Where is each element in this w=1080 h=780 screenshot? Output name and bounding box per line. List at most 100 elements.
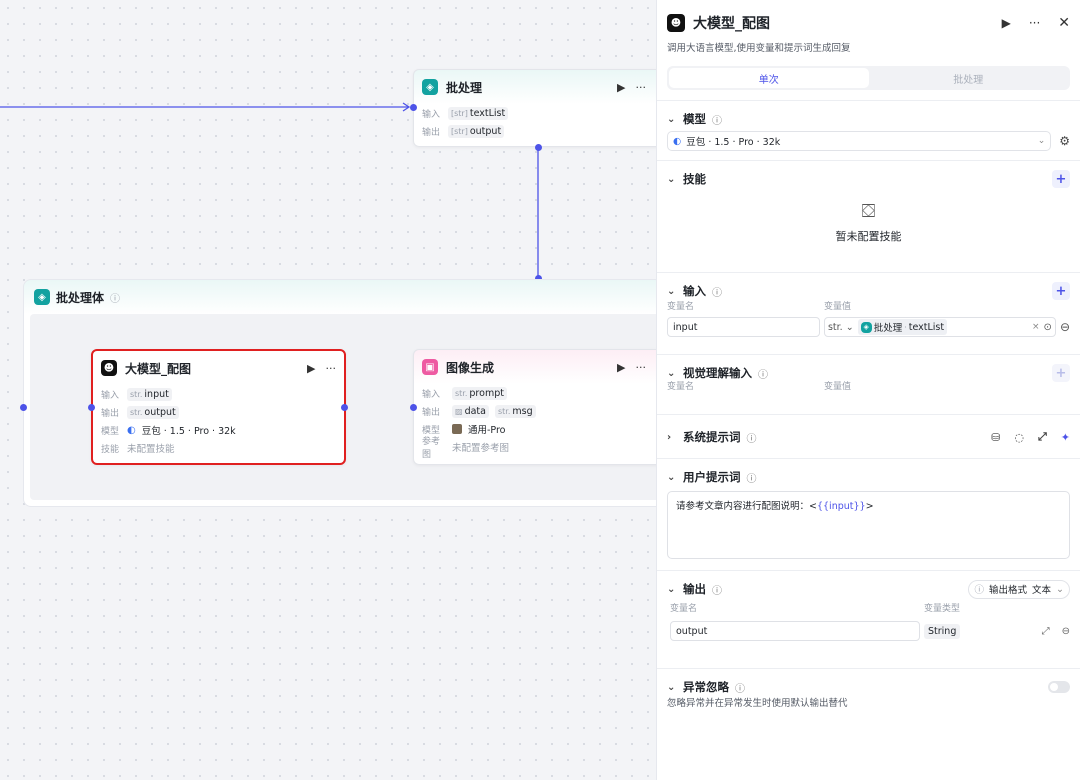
- info-icon[interactable]: ⓘ: [712, 284, 722, 299]
- model-value: 通用-Pro: [468, 425, 506, 436]
- image-gen-node[interactable]: ▣ 图像生成 ▶ ··· 输入 str. prompt 输出 ▨ data str.…: [413, 349, 656, 465]
- input-heading: 输入: [683, 284, 706, 298]
- image-node-title: 图像生成: [446, 360, 495, 375]
- tab-batch[interactable]: 批处理: [869, 68, 1069, 88]
- input-var-value-field[interactable]: str. ⌄ ◈ 批处理 · textList × ⊙: [823, 317, 1056, 337]
- settings-icon[interactable]: ⚙: [1059, 134, 1070, 148]
- batch-out-port[interactable]: [535, 144, 542, 151]
- more-icon[interactable]: ···: [326, 362, 337, 375]
- input-var-name-field[interactable]: input: [667, 317, 820, 337]
- output-chip-msg: str. msg: [494, 404, 536, 418]
- ref-chip: ◈ 批处理 · textList: [857, 319, 948, 335]
- info-icon[interactable]: ⓘ: [712, 582, 722, 597]
- user-prompt-heading: 用户提示词: [683, 470, 741, 484]
- chevron-right-icon[interactable]: ›: [667, 432, 677, 443]
- image-icon: ▣: [422, 359, 438, 375]
- batch-node[interactable]: ◈ 批处理 ▶ ··· 输入 [str] textList 输出 [str] out…: [413, 69, 656, 147]
- panel-description: 调用大语言模型,使用变量和提示词生成回复: [667, 43, 851, 54]
- chevron-down-icon[interactable]: ⌄: [667, 368, 677, 379]
- llm-node[interactable]: ☻ 大模型_配图 ▶ ··· 输入 str. input 输出 str. outpu…: [91, 349, 346, 465]
- chevron-down-icon: ⌄: [1056, 583, 1064, 595]
- empty-box-icon: ⛋: [861, 201, 876, 222]
- error-section: ⌄ 异常忽略 ⓘ 忽略异常并在异常发生时使用默认输出替代: [657, 668, 1080, 748]
- llm-in-port[interactable]: [88, 404, 95, 411]
- input-label: 输入: [101, 390, 120, 401]
- remove-icon[interactable]: ⊖: [1060, 320, 1070, 334]
- user-prompt-editor[interactable]: 请参考文章内容进行配图说明：<{{input}}>: [667, 491, 1070, 559]
- image-type-icon: ▨: [455, 406, 463, 416]
- group-in-port[interactable]: [20, 404, 27, 411]
- add-skill-button[interactable]: +: [1052, 170, 1070, 188]
- skills-section: ⌄ 技能 + ⛋ 暂未配置技能: [657, 160, 1080, 272]
- error-heading: 异常忽略: [683, 680, 729, 694]
- close-icon[interactable]: ✕: [1058, 15, 1070, 31]
- model-select-value: 豆包 · 1.5 · Pro · 32k: [686, 137, 781, 148]
- variable-ref-icon[interactable]: ⊙: [1044, 322, 1052, 333]
- chevron-down-icon[interactable]: ⌄: [667, 286, 677, 297]
- tab-single[interactable]: 单次: [669, 68, 869, 88]
- workflow-canvas[interactable]: ◈ 批处理 ▶ ··· 输入 [str] textList 输出 [str] out…: [0, 0, 656, 780]
- ref-label: 参考图: [422, 437, 441, 460]
- sparkle-icon[interactable]: ✦: [1061, 431, 1070, 444]
- chevron-down-icon[interactable]: ⌄: [667, 472, 677, 483]
- image-in-port[interactable]: [410, 404, 417, 411]
- error-ignore-toggle[interactable]: [1048, 681, 1070, 693]
- skills-heading: 技能: [683, 172, 706, 186]
- info-icon[interactable]: ⓘ: [712, 112, 722, 127]
- chevron-down-icon[interactable]: ⌄: [667, 174, 677, 185]
- output-chip: str. output: [127, 405, 179, 419]
- output-chip-data: ▨ data: [452, 404, 489, 418]
- input-chip: str. prompt: [452, 386, 507, 400]
- lightbulb-icon[interactable]: ◌: [1014, 431, 1024, 444]
- run-icon[interactable]: ▶: [617, 361, 625, 374]
- more-icon[interactable]: ···: [1029, 16, 1040, 30]
- col-var-value: 变量值: [824, 382, 852, 392]
- info-icon[interactable]: ⓘ: [110, 290, 120, 305]
- model-label: 模型: [101, 426, 120, 437]
- chevron-down-icon[interactable]: ⌄: [667, 114, 677, 125]
- llm-icon: ☻: [667, 14, 685, 32]
- chevron-down-icon[interactable]: ⌄: [667, 584, 677, 595]
- output-format-select[interactable]: ⓘ 输出格式 文本 ⌄: [968, 579, 1070, 599]
- info-icon[interactable]: ⓘ: [735, 680, 745, 695]
- col-var-type: 变量类型: [924, 604, 961, 614]
- llm-out-port[interactable]: [341, 404, 348, 411]
- panel-title[interactable]: 大模型_配图: [693, 13, 770, 33]
- col-var-value: 变量值: [824, 302, 852, 312]
- library-icon[interactable]: ⛁: [991, 431, 1000, 444]
- run-icon[interactable]: ▶: [1002, 16, 1011, 30]
- info-icon[interactable]: ⓘ: [747, 470, 757, 485]
- output-label: 输出: [101, 408, 120, 419]
- output-type-badge[interactable]: String: [924, 623, 961, 639]
- remove-icon[interactable]: ⊖: [1062, 626, 1070, 637]
- batch-in-port[interactable]: [410, 104, 417, 111]
- col-var-name: 变量名: [667, 302, 695, 312]
- expand-icon[interactable]: ⤢: [1042, 626, 1050, 637]
- add-vision-button[interactable]: +: [1052, 364, 1070, 382]
- user-prompt-section: ⌄ 用户提示词 ⓘ 请参考文章内容进行配图说明：<{{input}}>: [657, 458, 1080, 570]
- llm-icon: ☻: [101, 360, 117, 376]
- input-chip: [str] textList: [448, 106, 509, 120]
- error-desc: 忽略异常并在异常发生时使用默认输出替代: [667, 698, 848, 709]
- expand-icon[interactable]: ⤢: [1038, 430, 1047, 444]
- model-thumb-icon: [452, 424, 462, 434]
- add-input-button[interactable]: +: [1052, 282, 1070, 300]
- model-select[interactable]: ◐ 豆包 · 1.5 · Pro · 32k ⌄: [667, 131, 1052, 151]
- run-icon[interactable]: ▶: [307, 362, 315, 375]
- input-section: ⌄ 输入 ⓘ + 变量名 变量值 input str. ⌄ ◈ 批处理 · text…: [657, 272, 1080, 354]
- prompt-variable: {{input}}: [816, 501, 866, 512]
- chevron-down-icon[interactable]: ⌄: [667, 682, 677, 693]
- more-icon[interactable]: ···: [636, 81, 647, 94]
- output-var-name-field[interactable]: output: [670, 621, 920, 641]
- type-select[interactable]: str. ⌄: [828, 322, 854, 333]
- info-icon[interactable]: ⓘ: [747, 430, 757, 445]
- batch-icon: ◈: [860, 321, 872, 333]
- output-label: 输出: [422, 127, 441, 138]
- more-icon[interactable]: ···: [636, 361, 647, 374]
- batch-body-title: 批处理体: [56, 290, 105, 305]
- info-icon: ⓘ: [974, 585, 984, 596]
- clear-icon[interactable]: ×: [1032, 322, 1040, 332]
- skills-empty: 暂未配置技能: [835, 230, 902, 243]
- run-icon[interactable]: ▶: [617, 81, 625, 94]
- input-label: 输入: [422, 389, 441, 400]
